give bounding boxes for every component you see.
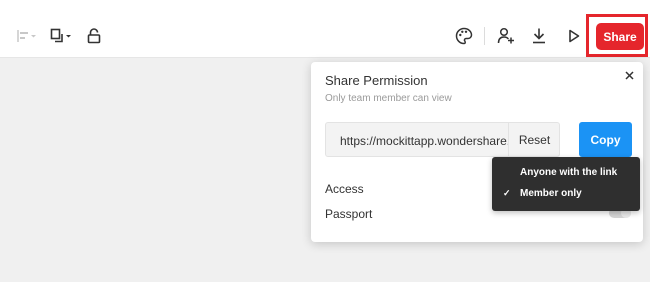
share-link-url: https://mockittapp.wondershare.	[340, 134, 511, 148]
download-icon[interactable]	[531, 27, 547, 45]
reset-link-button[interactable]: Reset	[508, 122, 560, 157]
align-icon[interactable]	[16, 28, 38, 44]
share-button[interactable]: Share	[596, 23, 644, 50]
checkmark-icon: ✓	[503, 188, 511, 198]
palette-icon[interactable]	[455, 27, 473, 45]
option-label: Anyone with the link	[520, 167, 618, 178]
close-icon[interactable]	[622, 68, 636, 82]
play-icon[interactable]	[567, 28, 581, 44]
option-label: Member only	[520, 188, 582, 199]
copy-link-button[interactable]: Copy	[579, 122, 632, 157]
add-user-icon[interactable]	[497, 27, 515, 45]
toolbar-separator	[484, 27, 485, 45]
top-toolbar: Share	[0, 0, 650, 58]
panel-subtitle: Only team member can view	[325, 93, 452, 104]
passport-label: Passport	[325, 207, 373, 221]
dropdown-option-anyone[interactable]: Anyone with the link	[492, 163, 640, 183]
dropdown-option-member-only[interactable]: ✓ Member only	[492, 184, 640, 204]
panel-title: Share Permission	[325, 73, 428, 88]
lock-icon[interactable]	[87, 27, 101, 44]
access-dropdown-menu: Anyone with the link ✓ Member only	[492, 157, 640, 211]
copy-icon[interactable]	[50, 28, 72, 44]
share-permission-panel: Share Permission Only team member can vi…	[311, 62, 643, 242]
access-label: Access	[325, 182, 364, 196]
